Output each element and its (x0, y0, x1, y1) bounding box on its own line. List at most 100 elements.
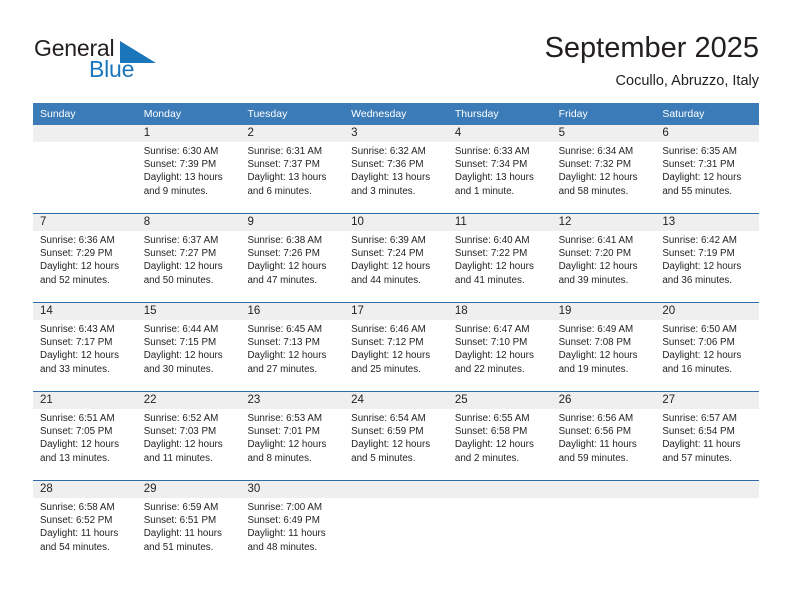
calendar-day-cell[interactable]: 23 Sunrise: 6:53 AM Sunset: 7:01 PM Dayligh… (240, 392, 344, 480)
calendar-day-cell[interactable]: 8 Sunrise: 6:37 AM Sunset: 7:27 PM Daylight… (137, 214, 241, 302)
sunrise-text: Sunrise: 6:31 AM (247, 146, 323, 157)
daylight-text: Daylight: 12 hours (143, 350, 223, 362)
sunset-text: Sunset: 7:34 PM (454, 159, 528, 171)
calendar-day-cell[interactable]: 18 Sunrise: 6:47 AM Sunset: 7:10 PM Dayligh… (448, 303, 552, 391)
daylight-text: and 25 minutes. (351, 363, 421, 375)
sunset-text: Sunset: 7:32 PM (558, 159, 632, 171)
sunrise-text: Sunrise: 6:42 AM (662, 235, 737, 246)
weekday-header-saturday: Saturday (662, 108, 705, 120)
calendar-day-cell[interactable]: 2 Sunrise: 6:31 AM Sunset: 7:37 PM Daylight… (240, 125, 344, 213)
calendar-day-cell[interactable]: 22 Sunrise: 6:52 AM Sunset: 7:03 PM Dayligh… (137, 392, 241, 480)
calendar-day-cell[interactable]: 26 Sunrise: 6:56 AM Sunset: 6:56 PM Dayligh… (552, 392, 656, 480)
daylight-text: and 50 minutes. (143, 274, 214, 286)
day-details: Sunrise: 6:30 AM Sunset: 7:39 PM Daylight:… (144, 145, 241, 198)
calendar-day-cell[interactable]: 21 Sunrise: 6:51 AM Sunset: 7:05 PM Dayligh… (33, 392, 137, 480)
daylight-text: and 36 minutes. (662, 274, 733, 286)
daylight-text: and 44 minutes. (351, 274, 421, 286)
day-details: Sunrise: 6:58 AM Sunset: 6:52 PM Daylight:… (40, 501, 137, 554)
calendar-day-cell[interactable]: 28 Sunrise: 6:58 AM Sunset: 6:52 PM Dayligh… (33, 481, 137, 569)
page-title: September 2025 (544, 32, 759, 64)
daylight-text: Daylight: 12 hours (454, 439, 534, 451)
week-cells: 21 Sunrise: 6:51 AM Sunset: 7:05 PM Dayligh… (33, 392, 759, 480)
calendar-week-row: 1 Sunrise: 6:30 AM Sunset: 7:39 PM Daylight… (33, 125, 759, 213)
day-details: Sunrise: 6:33 AM Sunset: 7:34 PM Daylight:… (455, 145, 552, 198)
sunrise-text: Sunrise: 6:44 AM (143, 324, 219, 335)
calendar-day-cell[interactable]: 5 Sunrise: 6:34 AM Sunset: 7:32 PM Daylight… (552, 125, 656, 213)
day-number: 9 (247, 216, 254, 228)
calendar-day-cell[interactable]: 1 Sunrise: 6:30 AM Sunset: 7:39 PM Daylight… (137, 125, 241, 213)
sunrise-text: Sunrise: 6:59 AM (143, 502, 219, 513)
sunrise-text: Sunrise: 6:54 AM (351, 413, 426, 424)
daylight-text: and 57 minutes. (662, 452, 733, 464)
calendar-day-cell[interactable]: 17 Sunrise: 6:46 AM Sunset: 7:12 PM Dayligh… (344, 303, 448, 391)
daylight-text: and 9 minutes. (143, 185, 208, 197)
calendar-cell-empty (552, 481, 656, 569)
daylight-text: and 22 minutes. (454, 363, 525, 375)
calendar-day-cell[interactable]: 6 Sunrise: 6:35 AM Sunset: 7:31 PM Daylight… (655, 125, 759, 213)
weekday-header-thursday: Thursday (454, 108, 499, 120)
calendar-day-cell[interactable]: 11 Sunrise: 6:40 AM Sunset: 7:22 PM Dayligh… (448, 214, 552, 302)
page-header: General Blue September 2025 Cocullo, Abr… (0, 0, 792, 100)
week-cells: 28 Sunrise: 6:58 AM Sunset: 6:52 PM Dayligh… (33, 481, 759, 569)
day-details: Sunrise: 6:46 AM Sunset: 7:12 PM Daylight:… (351, 323, 448, 376)
day-number: 18 (454, 305, 468, 317)
calendar-week-row: 28 Sunrise: 6:58 AM Sunset: 6:52 PM Dayligh… (33, 480, 759, 569)
day-details: Sunrise: 6:57 AM Sunset: 6:54 PM Daylight:… (662, 412, 759, 465)
sunset-text: Sunset: 7:17 PM (40, 337, 113, 349)
day-details: Sunrise: 6:54 AM Sunset: 6:59 PM Daylight:… (351, 412, 448, 465)
day-number: 30 (247, 483, 261, 495)
general-blue-logo[interactable]: General Blue (34, 35, 214, 87)
daylight-text: and 8 minutes. (247, 452, 312, 464)
sunrise-text: Sunrise: 6:58 AM (40, 502, 115, 513)
daylight-text: and 11 minutes. (143, 452, 213, 464)
day-number: 26 (558, 394, 572, 406)
day-number: 4 (454, 127, 462, 139)
day-number: 11 (454, 216, 467, 228)
calendar-day-cell[interactable]: 9 Sunrise: 6:38 AM Sunset: 7:26 PM Daylight… (240, 214, 344, 302)
calendar-day-cell[interactable]: 30 Sunrise: 7:00 AM Sunset: 6:49 PM Dayligh… (240, 481, 344, 569)
day-number: 6 (662, 127, 669, 139)
daylight-text: Daylight: 13 hours (454, 172, 534, 184)
calendar-day-cell[interactable]: 12 Sunrise: 6:41 AM Sunset: 7:20 PM Dayligh… (552, 214, 656, 302)
calendar-day-cell[interactable]: 20 Sunrise: 6:50 AM Sunset: 7:06 PM Dayligh… (655, 303, 759, 391)
week-cells: 14 Sunrise: 6:43 AM Sunset: 7:17 PM Dayligh… (33, 303, 759, 391)
day-details: Sunrise: 6:53 AM Sunset: 7:01 PM Daylight:… (247, 412, 344, 465)
day-number: 3 (351, 127, 358, 139)
sunset-text: Sunset: 7:05 PM (40, 426, 113, 438)
day-details: Sunrise: 6:31 AM Sunset: 7:37 PM Daylight:… (247, 145, 344, 198)
daylight-text: Daylight: 11 hours (40, 528, 119, 540)
calendar-day-cell[interactable]: 13 Sunrise: 6:42 AM Sunset: 7:19 PM Dayligh… (655, 214, 759, 302)
day-number: 25 (454, 394, 468, 406)
day-details: Sunrise: 6:55 AM Sunset: 6:58 PM Daylight:… (455, 412, 552, 465)
calendar-day-cell[interactable]: 4 Sunrise: 6:33 AM Sunset: 7:34 PM Daylight… (448, 125, 552, 213)
daylight-text: and 2 minutes. (454, 452, 520, 464)
sunset-text: Sunset: 6:49 PM (247, 515, 320, 527)
sunset-text: Sunset: 6:59 PM (351, 426, 424, 438)
calendar-day-cell[interactable]: 7 Sunrise: 6:36 AM Sunset: 7:29 PM Daylight… (33, 214, 137, 302)
sunset-text: Sunset: 7:24 PM (351, 248, 424, 260)
day-number: 16 (247, 305, 261, 317)
calendar-day-cell[interactable]: 24 Sunrise: 6:54 AM Sunset: 6:59 PM Dayligh… (344, 392, 448, 480)
sunset-text: Sunset: 7:37 PM (247, 159, 320, 171)
daylight-text: Daylight: 12 hours (40, 439, 119, 451)
day-number: 27 (662, 394, 676, 406)
daylight-text: Daylight: 12 hours (40, 261, 119, 273)
daylight-text: and 47 minutes. (247, 274, 318, 286)
day-number: 2 (247, 127, 254, 139)
day-number: 5 (558, 127, 565, 139)
day-number: 15 (143, 305, 157, 317)
calendar-day-cell[interactable]: 14 Sunrise: 6:43 AM Sunset: 7:17 PM Dayligh… (33, 303, 137, 391)
calendar-day-cell[interactable]: 10 Sunrise: 6:39 AM Sunset: 7:24 PM Dayligh… (344, 214, 448, 302)
calendar-day-cell[interactable]: 27 Sunrise: 6:57 AM Sunset: 6:54 PM Dayligh… (655, 392, 759, 480)
calendar-day-cell[interactable]: 16 Sunrise: 6:45 AM Sunset: 7:13 PM Dayligh… (240, 303, 344, 391)
calendar-day-cell[interactable]: 15 Sunrise: 6:44 AM Sunset: 7:15 PM Dayligh… (137, 303, 241, 391)
calendar-day-cell[interactable]: 19 Sunrise: 6:49 AM Sunset: 7:08 PM Dayligh… (552, 303, 656, 391)
calendar-day-cell[interactable]: 29 Sunrise: 6:59 AM Sunset: 6:51 PM Dayligh… (137, 481, 241, 569)
calendar-day-cell[interactable]: 3 Sunrise: 6:32 AM Sunset: 7:36 PM Daylight… (344, 125, 448, 213)
sunset-text: Sunset: 7:12 PM (351, 337, 424, 349)
daylight-text: and 16 minutes. (662, 363, 733, 375)
daylight-text: and 6 minutes. (247, 185, 312, 197)
day-number: 7 (40, 216, 47, 228)
daylight-text: and 52 minutes. (40, 274, 110, 286)
calendar-day-cell[interactable]: 25 Sunrise: 6:55 AM Sunset: 6:58 PM Dayligh… (448, 392, 552, 480)
